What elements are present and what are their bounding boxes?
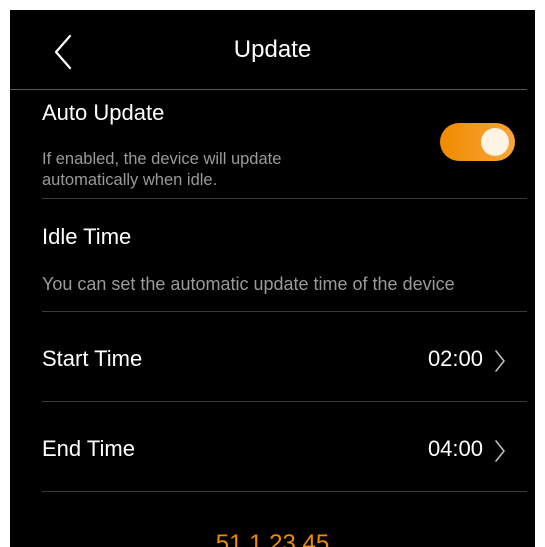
auto-update-toggle[interactable] (440, 123, 515, 161)
section-divider (42, 198, 527, 199)
section-divider (42, 311, 527, 312)
start-time-value: 02:00 (427, 346, 483, 371)
auto-update-description-line1: If enabled, the device will update (42, 150, 282, 168)
version-label: 51.1.23.45 (215, 530, 330, 547)
auto-update-description-line2: automatically when idle. (42, 171, 218, 189)
row-divider (42, 401, 527, 402)
auto-update-title: Auto Update (42, 100, 165, 125)
idle-time-title: Idle Time (42, 224, 132, 249)
chevron-right-icon (495, 440, 505, 462)
row-divider (42, 491, 527, 492)
chevron-right-icon (495, 350, 505, 372)
idle-time-description: You can set the automatic update time of… (42, 274, 455, 294)
page-title: Update (233, 36, 312, 63)
end-time-row[interactable]: End Time 04:00 (10, 416, 527, 486)
end-time-value: 04:00 (427, 436, 483, 461)
toggle-knob (481, 128, 509, 156)
update-screen: Update Auto Update If enabled, the devic… (10, 10, 535, 547)
end-time-label: End Time (42, 436, 135, 461)
start-time-row[interactable]: Start Time 02:00 (10, 326, 527, 396)
header: Update (10, 10, 535, 90)
header-divider (10, 89, 527, 90)
start-time-label: Start Time (42, 346, 143, 371)
